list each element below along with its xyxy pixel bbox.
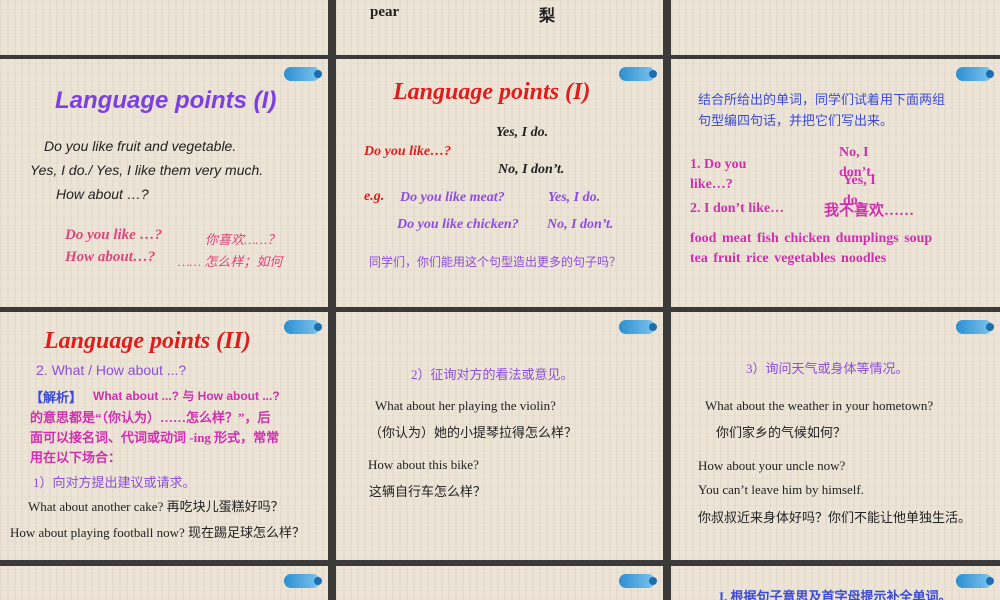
logo-icon [619, 320, 657, 334]
slide-usage-2: 2）征询对方的看法或意见。 What about her playing the… [336, 312, 663, 560]
slide-title: Language points (I) [393, 79, 591, 105]
text-line: How about …? [56, 186, 149, 202]
point-heading: 1）向对方提出建议或请求。 [33, 475, 196, 490]
slide-exercise: 结合所给出的单词，同学们试着用下面两组 句型编四句话，并把它们写出来。 1. D… [671, 59, 1000, 307]
vocab-word: pear [370, 4, 400, 20]
example-en: What about the weather in your hometown? [705, 398, 934, 413]
slide-top-left [0, 0, 328, 55]
slide-language-points-1a: Language points (I) Do you like fruit an… [0, 59, 328, 307]
slide-bottom-left [0, 566, 328, 600]
slide-title: Language points (II) [44, 328, 251, 354]
slide-title: Language points (I) [55, 87, 277, 114]
note-phrase: How about…? [65, 249, 156, 265]
word-list: tea fruit rice vegetables noodles [690, 251, 887, 266]
instruction-line: 结合所给出的单词，同学们试着用下面两组 [698, 92, 946, 107]
logo-icon [284, 320, 322, 334]
logo-icon [284, 574, 322, 588]
slide-bottom-right: I. 根据句子意思及首字母提示补全单词。 [671, 566, 1000, 600]
text-line: Do you like fruit and vegetable. [44, 138, 237, 154]
logo-icon [619, 574, 657, 588]
logo-icon [619, 67, 657, 81]
logo-icon [956, 574, 994, 588]
analysis-tag: 【解析】 [30, 390, 83, 405]
example-cn: （你认为）她的小提琴拉得怎么样？ [369, 425, 578, 440]
example-line: How about playing football now? 现在踢足球怎么样… [10, 525, 305, 540]
example-answer: Yes, I do. [548, 190, 601, 205]
instruction-line: 句型编四句话，并把它们写出来。 [698, 113, 894, 128]
slide-language-points-2: Language points (II) 2. What / How about… [0, 312, 328, 560]
exercise-item-meaning: 我不喜欢…… [824, 203, 915, 219]
answer-no: No, I don’t. [498, 162, 565, 177]
subheading: 2. What / How about ...? [36, 362, 187, 378]
note-phrase: Do you like …? [65, 227, 163, 243]
vocab-meaning: 梨 [539, 8, 556, 25]
logo-icon [956, 320, 994, 334]
point-heading: 3）询问天气或身体等情况。 [746, 361, 909, 376]
example-cn: 你叔叔近来身体好吗？你们不能让他单独生活。 [698, 510, 972, 525]
slide-usage-3: 3）询问天气或身体等情况。 What about the weather in … [671, 312, 1000, 560]
answer-yes: Yes, I do. [496, 125, 549, 140]
analysis-line: 用在以下场合： [30, 450, 122, 465]
question-pattern: Do you like…? [364, 144, 452, 159]
prompt-text: 同学们，你们能用这个句型造出更多的句子吗？ [369, 255, 622, 269]
slide-bottom-middle [336, 566, 663, 600]
logo-icon [284, 67, 322, 81]
analysis-line: 的意思都是“（你认为）……怎么样？”，后 [30, 410, 271, 425]
example-cn: 这辆自行车怎么样？ [369, 484, 487, 499]
example-en: How about your uncle now? [698, 458, 846, 473]
exercise-heading: I. 根据句子意思及首字母提示补全单词。 [719, 589, 952, 600]
note-meaning: 你喜欢……？ [205, 232, 281, 247]
exercise-item: 1. Do you like…? [690, 157, 747, 192]
example-question: Do you like chicken? [397, 217, 519, 232]
analysis-line: 面可以接名词、代词或动词 -ing 形式，常常 [30, 430, 280, 445]
example-line: What about another cake? 再吃块儿蛋糕好吗？ [28, 499, 284, 514]
point-heading: 2）征询对方的看法或意见。 [411, 367, 574, 382]
analysis-line: What about ...? 与 How about ...? [93, 389, 280, 403]
slide-top-middle: pear 梨 [336, 0, 663, 55]
example-question: Do you like meat? [400, 190, 505, 205]
word-list: food meat fish chicken dumplings soup [690, 231, 933, 246]
logo-icon [956, 67, 994, 81]
example-en: How about this bike? [368, 457, 479, 472]
text-line: Yes, I do./ Yes, I like them very much. [30, 162, 264, 178]
example-answer: No, I don’t. [547, 217, 614, 232]
note-meaning: …… 怎么样；如何 [178, 254, 283, 269]
example-en: You can’t leave him by himself. [698, 482, 864, 497]
example-cn: 你们家乡的气候如何？ [716, 425, 847, 440]
slide-language-points-1b: Language points (I) Yes, I do. Do you li… [336, 59, 663, 307]
example-en: What about her playing the violin? [375, 398, 556, 413]
exercise-item: 2. I don’t like… [690, 201, 785, 216]
slide-top-right [671, 0, 1000, 55]
eg-label: e.g. [364, 189, 385, 204]
